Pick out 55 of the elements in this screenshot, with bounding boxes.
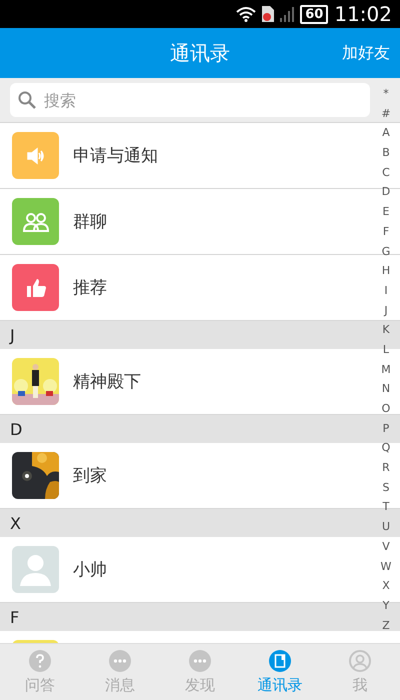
index-letter[interactable]: H bbox=[382, 261, 390, 281]
index-letter[interactable]: S bbox=[382, 478, 390, 498]
entry-label[interactable]: 申请与通知 bbox=[73, 144, 158, 167]
index-letter[interactable]: G bbox=[382, 242, 390, 262]
index-letter[interactable]: U bbox=[382, 517, 390, 537]
section-letter: F bbox=[10, 608, 20, 626]
index-letter[interactable]: E bbox=[382, 202, 390, 222]
battery-level: 60 bbox=[300, 4, 328, 24]
index-letter[interactable]: R bbox=[382, 458, 390, 478]
chat-dots-icon bbox=[109, 650, 131, 672]
index-letter[interactable]: C bbox=[382, 162, 390, 182]
index-letter[interactable]: B bbox=[382, 143, 390, 163]
index-letter[interactable]: A bbox=[382, 123, 390, 144]
speaker-icon bbox=[24, 144, 46, 166]
index-letter[interactable]: P bbox=[382, 418, 390, 438]
section-letter: X bbox=[10, 514, 21, 532]
page-title: 通讯录 bbox=[170, 40, 230, 66]
index-letter[interactable]: M bbox=[381, 360, 391, 380]
group-icon bbox=[22, 210, 48, 232]
contact-name[interactable]: 到家 bbox=[73, 464, 107, 487]
index-letter[interactable]: X bbox=[382, 576, 390, 596]
wifi-icon bbox=[236, 6, 256, 22]
index-letter[interactable]: F bbox=[382, 222, 390, 242]
question-icon bbox=[29, 650, 51, 672]
clock-time: 11:02 bbox=[334, 2, 392, 26]
thumbs-up-icon bbox=[24, 276, 46, 298]
index-letter[interactable]: Q bbox=[382, 438, 390, 458]
index-letter[interactable]: N bbox=[382, 379, 390, 399]
section-letter: D bbox=[10, 420, 22, 438]
index-letter[interactable]: L bbox=[382, 340, 390, 360]
contact-name[interactable]: 精神殿下 bbox=[73, 370, 141, 393]
index-letter[interactable]: * bbox=[383, 84, 389, 104]
index-letter[interactable]: O bbox=[382, 399, 390, 419]
entry-label[interactable]: 群聊 bbox=[73, 210, 107, 233]
entry-label[interactable]: 推荐 bbox=[73, 276, 107, 299]
person-icon bbox=[349, 650, 371, 672]
sim-warning-icon bbox=[262, 6, 274, 22]
index-letter[interactable]: Y bbox=[382, 596, 390, 616]
index-letter[interactable]: I bbox=[384, 280, 388, 301]
search-box[interactable]: 搜索 bbox=[10, 83, 370, 117]
index-letter[interactable]: W bbox=[380, 556, 392, 576]
index-letter[interactable]: # bbox=[381, 104, 391, 124]
default-avatar-icon bbox=[12, 546, 59, 593]
signal-icon bbox=[280, 6, 294, 22]
index-letter[interactable]: Z bbox=[382, 616, 390, 636]
index-letter[interactable]: J bbox=[384, 300, 388, 320]
contacts-book-icon bbox=[269, 650, 291, 672]
index-letter[interactable]: K bbox=[382, 320, 390, 340]
contact-name[interactable]: 小帅 bbox=[73, 558, 107, 581]
index-letter[interactable]: V bbox=[382, 536, 390, 556]
chat-dots-icon bbox=[189, 650, 211, 672]
index-letter[interactable]: T bbox=[382, 497, 390, 518]
index-letter[interactable]: D bbox=[382, 182, 390, 202]
section-letter: J bbox=[10, 326, 15, 344]
search-icon bbox=[18, 91, 36, 109]
